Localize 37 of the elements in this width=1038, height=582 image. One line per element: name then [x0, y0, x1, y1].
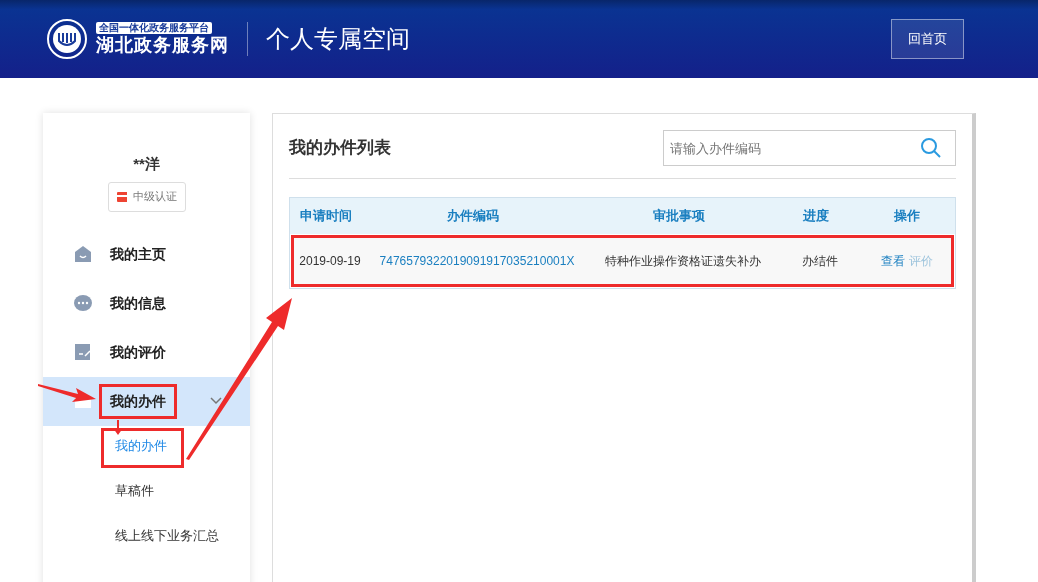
nav-label: 我的信息: [109, 293, 167, 313]
column-header: 操作: [892, 207, 921, 226]
note-icon: [73, 342, 93, 362]
action-link[interactable]: 查看: [880, 254, 905, 268]
table-cell-text: 办结件: [801, 253, 839, 270]
search-icon[interactable]: [920, 137, 942, 159]
home-button[interactable]: 回首页: [891, 19, 964, 59]
panel-title: 我的办件列表: [289, 137, 391, 160]
nav-item[interactable]: 我的办件: [43, 376, 250, 426]
user-name: **洋: [132, 154, 161, 174]
search-field[interactable]: 请输入办件编码: [663, 130, 956, 166]
column-header: 进度: [802, 207, 830, 226]
nav-item[interactable]: 我的主页: [43, 229, 250, 279]
nav-label: 我的主页: [109, 244, 167, 264]
annotation-arrow: [113, 420, 123, 435]
nav-item[interactable]: 我的评价: [43, 327, 250, 377]
page-title: 个人专属空间: [266, 24, 410, 54]
nav-label: 我的办件: [99, 383, 177, 419]
nav-label: 我的评价: [109, 342, 167, 362]
home-icon: [73, 244, 93, 264]
chevron-icon[interactable]: [210, 397, 222, 405]
code-link[interactable]: 7476579322019091917035210001X: [366, 252, 588, 270]
certification-badge: 中级认证: [107, 181, 186, 212]
chat-bubble-icon: [73, 293, 93, 313]
submenu-item[interactable]: 线上线下业务汇总: [101, 518, 236, 558]
table-cell-text: 2019-09-19: [298, 253, 362, 270]
nav-item[interactable]: 我的信息: [43, 278, 250, 328]
table-cell-text: 特种作业操作资格证遗失补办: [604, 253, 762, 270]
column-header: 审批事项: [652, 207, 706, 226]
logo-name: 湖北政务服务网: [96, 34, 229, 56]
submenu-item[interactable]: 草稿件: [101, 473, 171, 513]
card-icon: [116, 191, 127, 202]
emblem-icon: [46, 18, 88, 60]
column-header: 办件编码: [446, 207, 500, 226]
submenu-item[interactable]: 我的办件: [101, 428, 184, 468]
logo-tagline: 全国一体化政务服务平台: [96, 22, 212, 34]
column-header: 申请时间: [299, 207, 353, 226]
